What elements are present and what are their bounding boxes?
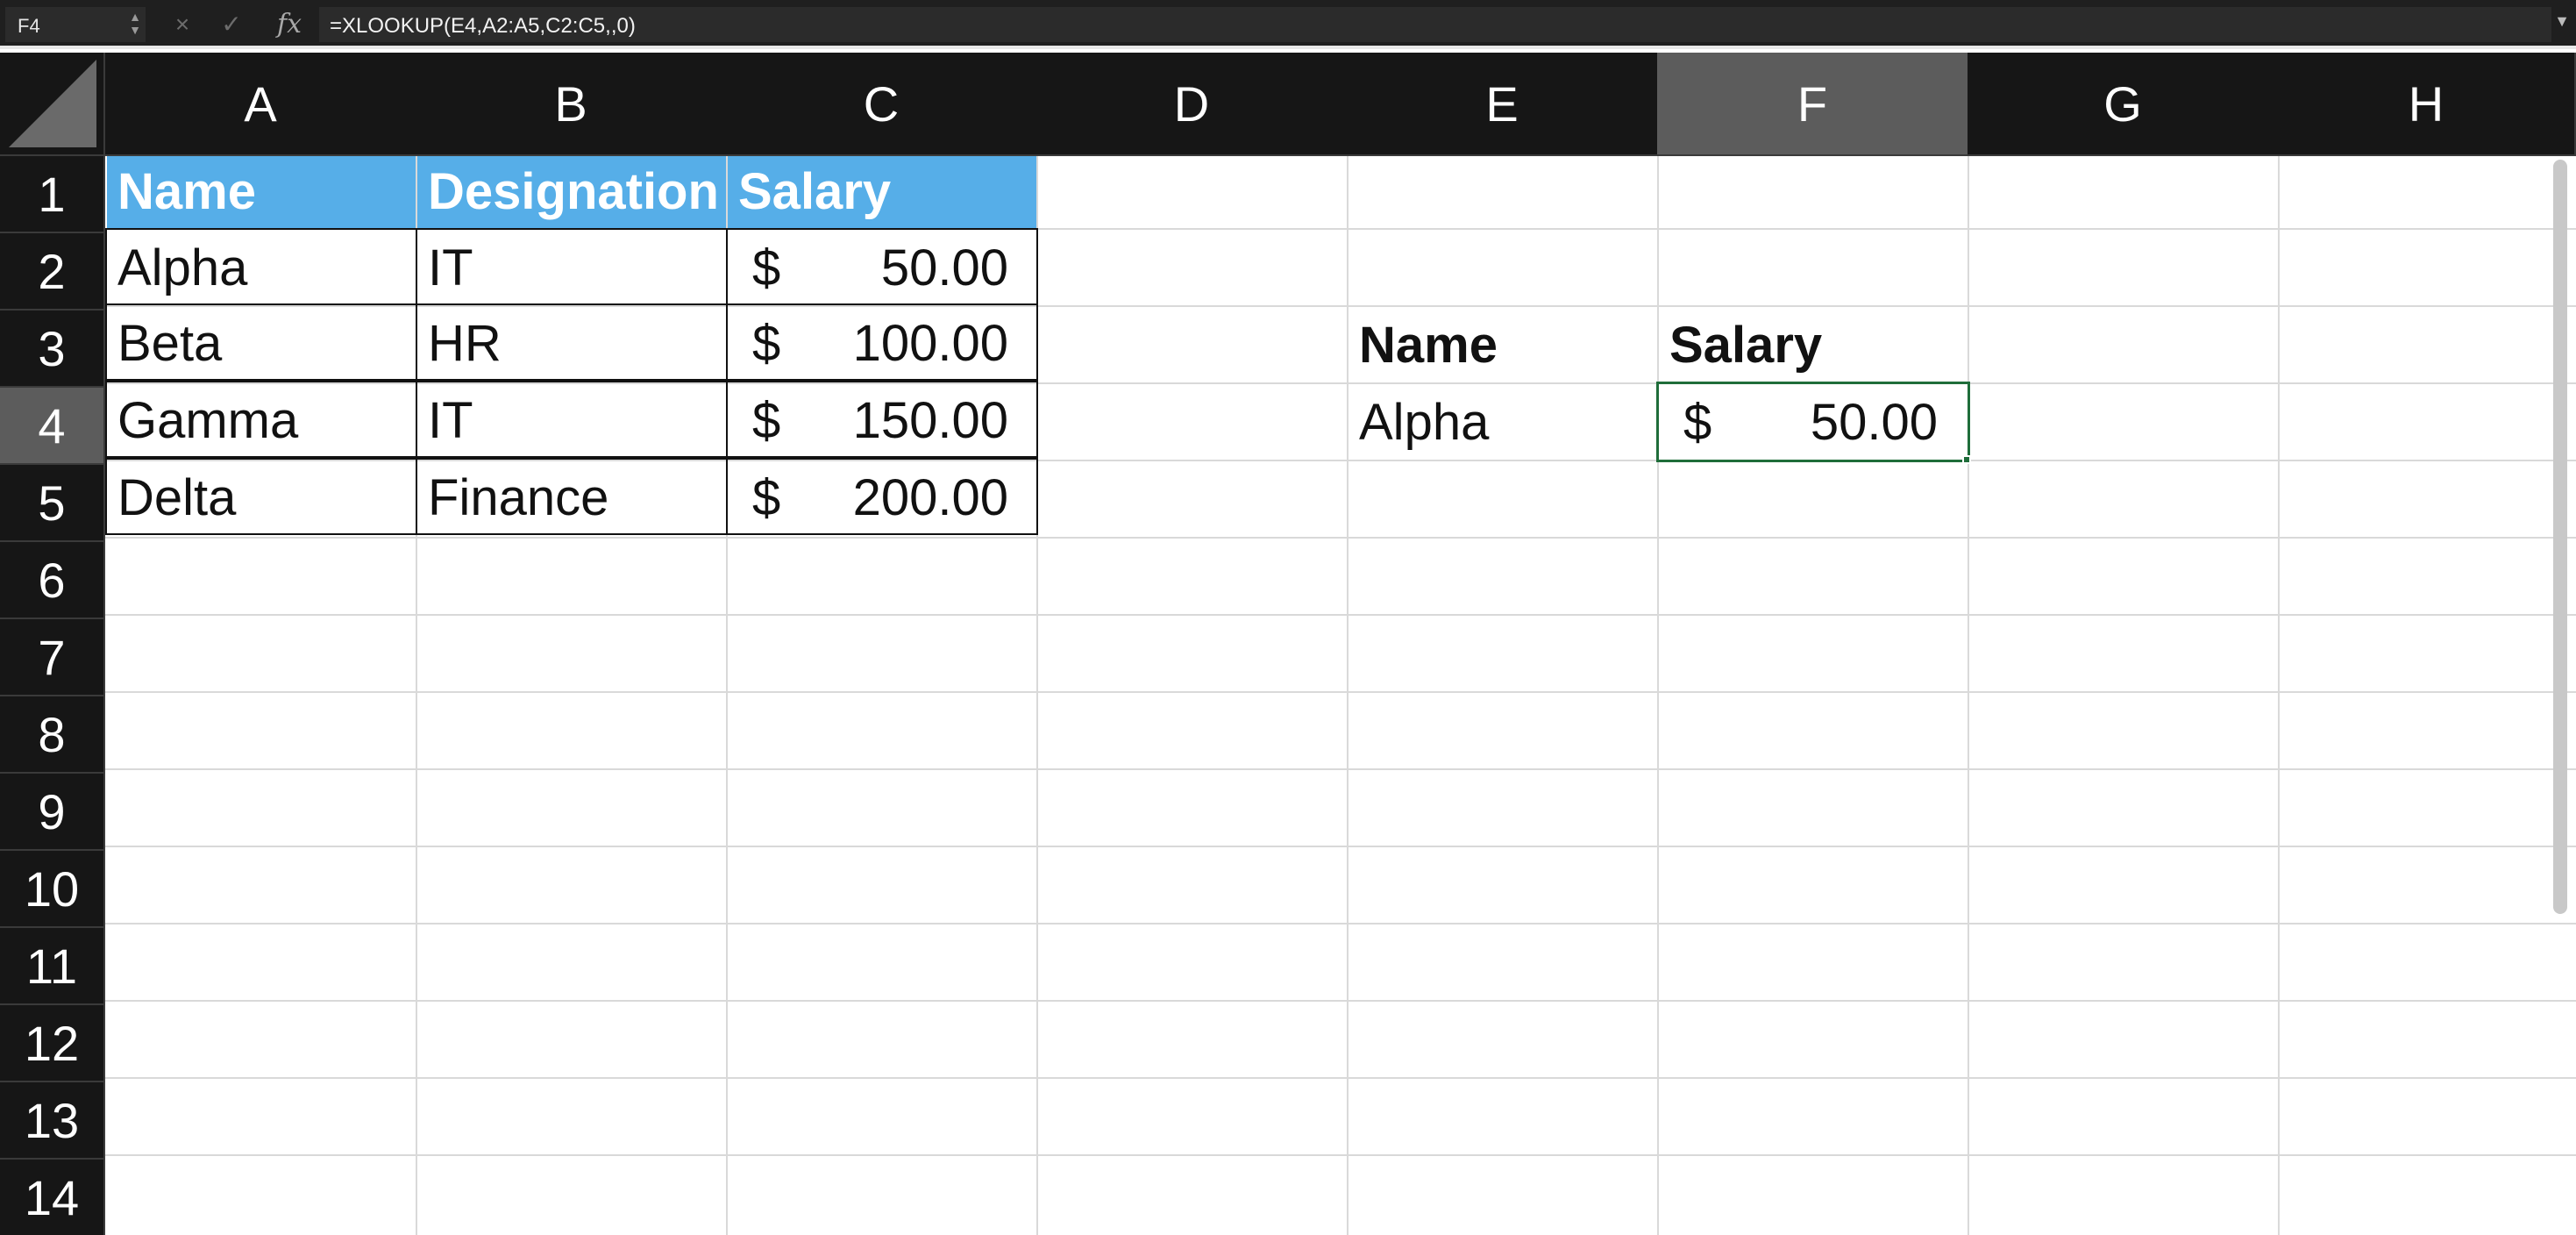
formula-bar: F4 ▲ ▼ × ✓ fx =XLOOKUP(E4,A2:A5,C2:C5,,0)… [0,0,2576,49]
column-header-h[interactable]: H [2278,53,2576,156]
column-header-a[interactable]: A [105,53,417,156]
row-header-7[interactable]: 7 [0,619,105,696]
formula-text: =XLOOKUP(E4,A2:A5,C2:C5,,0) [330,14,636,38]
gridline [105,537,2576,539]
column-header-c[interactable]: C [726,53,1038,156]
table-header-name[interactable]: Name [107,156,416,228]
gridline [105,691,2576,693]
name-box-value: F4 [18,15,40,37]
name-box[interactable]: F4 ▲ ▼ [5,7,146,42]
cell-a3[interactable]: Beta [105,303,417,381]
row-header-1[interactable]: 1 [0,156,105,233]
column-header-b[interactable]: B [416,53,728,156]
currency-symbol: $ [752,239,781,296]
row-header-8[interactable]: 8 [0,696,105,774]
cell-f3[interactable]: Salary [1659,307,1968,384]
active-cell-outline [1656,382,1970,462]
currency-symbol: $ [752,392,781,449]
cell-b5[interactable]: Finance [416,458,728,535]
select-all-button[interactable] [0,53,105,156]
cell-a4[interactable]: Gamma [105,381,417,458]
row-header-6[interactable]: 6 [0,542,105,619]
cell-b4[interactable]: IT [416,381,728,458]
cell-b2[interactable]: IT [416,228,728,305]
gridline [105,1154,2576,1156]
cell-e3[interactable]: Name [1348,307,1657,384]
gridline [105,923,2576,924]
cell-e4[interactable]: Alpha [1348,384,1657,461]
row-header-4[interactable]: 4 [0,388,105,465]
row-header-5[interactable]: 5 [0,465,105,542]
row-header-12[interactable]: 12 [0,1005,105,1082]
cancel-icon[interactable]: × [167,9,198,40]
vertical-scrollbar[interactable] [2553,160,2567,914]
cell-c5[interactable]: $ 200.00 [726,458,1038,535]
column-header-f[interactable]: F [1657,53,1969,156]
salary-value: 100.00 [852,315,1008,372]
column-header-d[interactable]: D [1036,53,1348,156]
gridline [105,1077,2576,1079]
row-header-9[interactable]: 9 [0,774,105,851]
currency-symbol: $ [752,315,781,372]
gridline [105,1000,2576,1002]
row-header-11[interactable]: 11 [0,928,105,1005]
enter-icon[interactable]: ✓ [216,9,247,40]
row-header-10[interactable]: 10 [0,851,105,928]
chevron-down-icon[interactable]: ▼ [2553,12,2571,33]
row-header-13[interactable]: 13 [0,1082,105,1160]
spreadsheet-grid: A B C D E F G H 1 2 3 4 5 6 7 8 9 10 11 … [0,53,2576,1235]
formula-input[interactable]: =XLOOKUP(E4,A2:A5,C2:C5,,0) [319,7,2551,42]
cell-b3[interactable]: HR [416,303,728,381]
cell-c3[interactable]: $ 100.00 [726,303,1038,381]
salary-value: 50.00 [880,239,1008,296]
cell-c4[interactable]: $ 150.00 [726,381,1038,458]
salary-value: 150.00 [852,392,1008,449]
gridline [105,768,2576,770]
select-all-icon [9,60,96,147]
gridline [2278,156,2280,1235]
cell-a5[interactable]: Delta [105,458,417,535]
row-header-3[interactable]: 3 [0,311,105,388]
gridline [1968,156,1969,1235]
gridline [105,846,2576,847]
row-header-2[interactable]: 2 [0,233,105,311]
currency-symbol: $ [752,469,781,526]
cell-c2[interactable]: $ 50.00 [726,228,1038,305]
salary-value: 200.00 [852,469,1008,526]
column-header-e[interactable]: E [1347,53,1659,156]
table-header-salary[interactable]: Salary [728,156,1036,228]
row-header-14[interactable]: 14 [0,1160,105,1235]
fill-handle[interactable] [1962,455,1971,464]
name-box-stepper-icon[interactable]: ▲ ▼ [125,11,146,39]
cell-a2[interactable]: Alpha [105,228,417,305]
gridline [105,614,2576,616]
column-header-g[interactable]: G [1968,53,2280,156]
table-header-designation[interactable]: Designation [417,156,726,228]
function-icon[interactable]: fx [274,9,305,40]
